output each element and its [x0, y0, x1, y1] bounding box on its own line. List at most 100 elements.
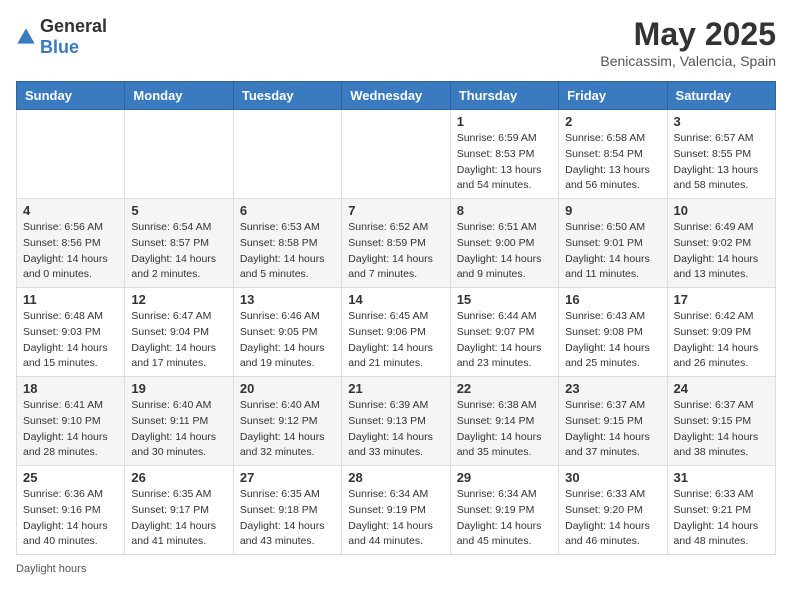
calendar-cell: 6Sunrise: 6:53 AMSunset: 8:58 PMDaylight… [233, 199, 341, 288]
daylight-label: Daylight: 13 hours and 54 minutes. [457, 164, 542, 192]
day-number: 17 [674, 292, 769, 307]
sunrise-label: Sunrise: 6:34 AM [457, 488, 537, 500]
daylight-label: Daylight: 14 hours and 0 minutes. [23, 253, 108, 281]
day-info: Sunrise: 6:34 AMSunset: 9:19 PMDaylight:… [457, 487, 552, 550]
calendar-table: SundayMondayTuesdayWednesdayThursdayFrid… [16, 81, 776, 555]
day-number: 16 [565, 292, 660, 307]
calendar-location: Benicassim, Valencia, Spain [600, 53, 776, 69]
daylight-label: Daylight: 14 hours and 19 minutes. [240, 342, 325, 370]
day-number: 1 [457, 114, 552, 129]
day-info: Sunrise: 6:56 AMSunset: 8:56 PMDaylight:… [23, 220, 118, 283]
sunrise-label: Sunrise: 6:52 AM [348, 221, 428, 233]
day-info: Sunrise: 6:46 AMSunset: 9:05 PMDaylight:… [240, 309, 335, 372]
calendar-cell: 1Sunrise: 6:59 AMSunset: 8:53 PMDaylight… [450, 110, 558, 199]
sunrise-label: Sunrise: 6:59 AM [457, 132, 537, 144]
sunrise-label: Sunrise: 6:46 AM [240, 310, 320, 322]
daylight-label: Daylight: 13 hours and 56 minutes. [565, 164, 650, 192]
sunset-label: Sunset: 9:15 PM [565, 415, 643, 427]
day-info: Sunrise: 6:42 AMSunset: 9:09 PMDaylight:… [674, 309, 769, 372]
day-number: 25 [23, 470, 118, 485]
sunset-label: Sunset: 8:57 PM [131, 237, 209, 249]
day-number: 31 [674, 470, 769, 485]
day-number: 27 [240, 470, 335, 485]
calendar-week-row: 11 Sunrise: 6:48 AMSunset: 9:03 PMDayligh… [17, 288, 776, 377]
daylight-label: Daylight: 13 hours and 58 minutes. [674, 164, 759, 192]
calendar-day-header: Wednesday [342, 82, 450, 110]
sunset-label: Sunset: 8:58 PM [240, 237, 318, 249]
sunrise-label: Sunrise: 6:37 AM [674, 399, 754, 411]
day-info: Sunrise: 6:33 AMSunset: 9:20 PMDaylight:… [565, 487, 660, 550]
sunset-label: Sunset: 9:17 PM [131, 504, 209, 516]
daylight-label: Daylight: 14 hours and 37 minutes. [565, 431, 650, 459]
day-info: Sunrise: 6:35 AMSunset: 9:17 PMDaylight:… [131, 487, 226, 550]
calendar-cell: 31Sunrise: 6:33 AMSunset: 9:21 PMDayligh… [667, 466, 775, 555]
calendar-cell: 24Sunrise: 6:37 AMSunset: 9:15 PMDayligh… [667, 377, 775, 466]
calendar-cell [233, 110, 341, 199]
calendar-cell: 30Sunrise: 6:33 AMSunset: 9:20 PMDayligh… [559, 466, 667, 555]
sunset-label: Sunset: 9:13 PM [348, 415, 426, 427]
day-info: Sunrise: 6:37 AMSunset: 9:15 PMDaylight:… [674, 398, 769, 461]
sunrise-label: Sunrise: 6:54 AM [131, 221, 211, 233]
sunset-label: Sunset: 9:18 PM [240, 504, 318, 516]
sunset-label: Sunset: 9:21 PM [674, 504, 752, 516]
day-number: 29 [457, 470, 552, 485]
daylight-label: Daylight: 14 hours and 5 minutes. [240, 253, 325, 281]
calendar-cell: 3Sunrise: 6:57 AMSunset: 8:55 PMDaylight… [667, 110, 775, 199]
logo-text: General Blue [40, 16, 107, 58]
day-number: 19 [131, 381, 226, 396]
sunset-label: Sunset: 9:02 PM [674, 237, 752, 249]
sunset-label: Sunset: 9:14 PM [457, 415, 535, 427]
sunrise-label: Sunrise: 6:50 AM [565, 221, 645, 233]
sunset-label: Sunset: 9:01 PM [565, 237, 643, 249]
day-number: 20 [240, 381, 335, 396]
sunset-label: Sunset: 8:55 PM [674, 148, 752, 160]
day-info: Sunrise: 6:35 AMSunset: 9:18 PMDaylight:… [240, 487, 335, 550]
day-number: 12 [131, 292, 226, 307]
day-info: Sunrise: 6:44 AMSunset: 9:07 PMDaylight:… [457, 309, 552, 372]
calendar-cell: 29 Sunrise: 6:34 AMSunset: 9:19 PMDayligh… [450, 466, 558, 555]
calendar-day-header: Thursday [450, 82, 558, 110]
day-info: Sunrise: 6:34 AMSunset: 9:19 PMDaylight:… [348, 487, 443, 550]
day-number: 4 [23, 203, 118, 218]
day-number: 11 [23, 292, 118, 307]
sunset-label: Sunset: 9:00 PM [457, 237, 535, 249]
sunrise-label: Sunrise: 6:38 AM [457, 399, 537, 411]
daylight-label: Daylight: 14 hours and 32 minutes. [240, 431, 325, 459]
sunrise-label: Sunrise: 6:56 AM [23, 221, 103, 233]
calendar-cell: 2Sunrise: 6:58 AMSunset: 8:54 PMDaylight… [559, 110, 667, 199]
day-info: Sunrise: 6:49 AMSunset: 9:02 PMDaylight:… [674, 220, 769, 283]
sunrise-label: Sunrise: 6:47 AM [131, 310, 211, 322]
daylight-label: Daylight: 14 hours and 7 minutes. [348, 253, 433, 281]
calendar-cell: 20 Sunrise: 6:40 AMSunset: 9:12 PMDayligh… [233, 377, 341, 466]
calendar-cell: 27 Sunrise: 6:35 AMSunset: 9:18 PMDayligh… [233, 466, 341, 555]
sunrise-label: Sunrise: 6:48 AM [23, 310, 103, 322]
calendar-cell: 22Sunrise: 6:38 AMSunset: 9:14 PMDayligh… [450, 377, 558, 466]
calendar-cell: 7Sunrise: 6:52 AMSunset: 8:59 PMDaylight… [342, 199, 450, 288]
day-info: Sunrise: 6:52 AMSunset: 8:59 PMDaylight:… [348, 220, 443, 283]
day-info: Sunrise: 6:54 AMSunset: 8:57 PMDaylight:… [131, 220, 226, 283]
day-number: 15 [457, 292, 552, 307]
calendar-cell: 12Sunrise: 6:47 AMSunset: 9:04 PMDayligh… [125, 288, 233, 377]
calendar-cell: 5Sunrise: 6:54 AMSunset: 8:57 PMDaylight… [125, 199, 233, 288]
sunset-label: Sunset: 9:11 PM [131, 415, 208, 427]
day-info: Sunrise: 6:48 AMSunset: 9:03 PMDaylight:… [23, 309, 118, 372]
calendar-week-row: 25Sunrise: 6:36 AMSunset: 9:16 PMDayligh… [17, 466, 776, 555]
daylight-label: Daylight: 14 hours and 26 minutes. [674, 342, 759, 370]
calendar-cell: 9Sunrise: 6:50 AMSunset: 9:01 PMDaylight… [559, 199, 667, 288]
calendar-cell: 19Sunrise: 6:40 AMSunset: 9:11 PMDayligh… [125, 377, 233, 466]
daylight-label: Daylight: 14 hours and 17 minutes. [131, 342, 216, 370]
daylight-label: Daylight: 14 hours and 44 minutes. [348, 520, 433, 548]
sunset-label: Sunset: 9:10 PM [23, 415, 101, 427]
calendar-week-row: 18Sunrise: 6:41 AMSunset: 9:10 PMDayligh… [17, 377, 776, 466]
day-number: 10 [674, 203, 769, 218]
day-number: 21 [348, 381, 443, 396]
sunrise-label: Sunrise: 6:53 AM [240, 221, 320, 233]
daylight-label: Daylight: 14 hours and 23 minutes. [457, 342, 542, 370]
day-info: Sunrise: 6:37 AMSunset: 9:15 PMDaylight:… [565, 398, 660, 461]
daylight-label: Daylight: 14 hours and 9 minutes. [457, 253, 542, 281]
calendar-cell: 17 Sunrise: 6:42 AMSunset: 9:09 PMDayligh… [667, 288, 775, 377]
day-info: Sunrise: 6:50 AMSunset: 9:01 PMDaylight:… [565, 220, 660, 283]
day-number: 2 [565, 114, 660, 129]
calendar-cell: 15 Sunrise: 6:44 AMSunset: 9:07 PMDayligh… [450, 288, 558, 377]
day-info: Sunrise: 6:40 AMSunset: 9:12 PMDaylight:… [240, 398, 335, 461]
